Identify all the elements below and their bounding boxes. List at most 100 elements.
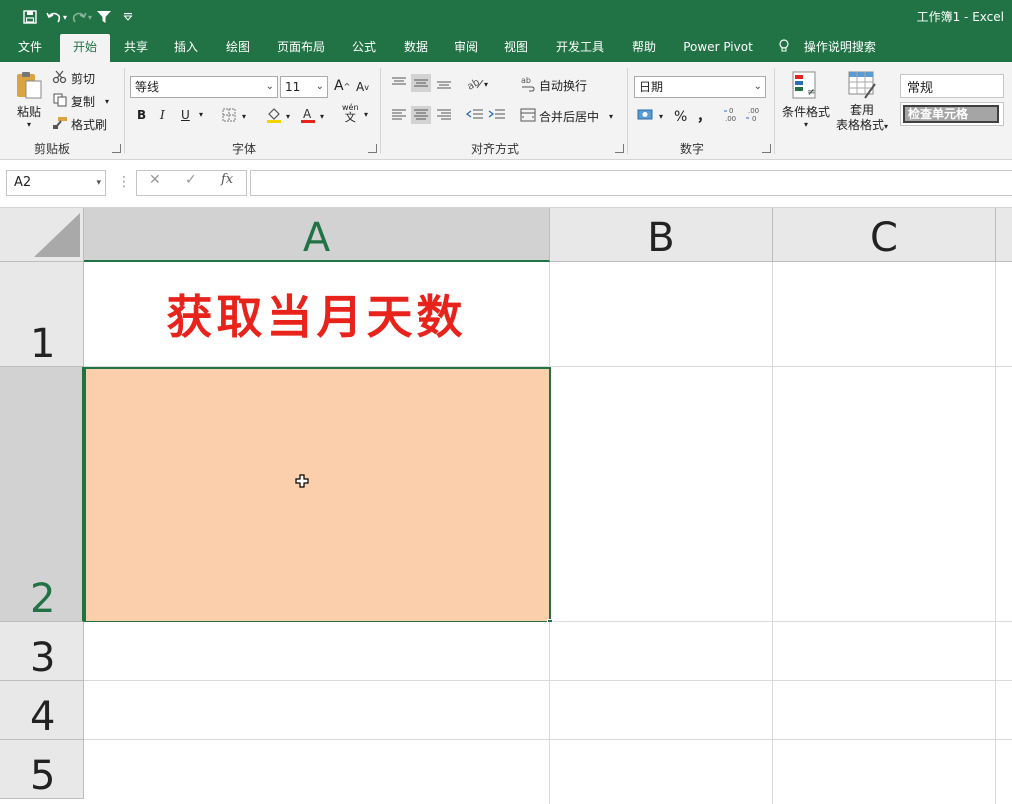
cell-style-normal[interactable]: 常规	[900, 74, 1004, 98]
paste-dropdown-icon[interactable]: ▾	[27, 120, 31, 129]
number-launcher-icon[interactable]	[762, 144, 771, 153]
align-center-button[interactable]	[411, 106, 431, 124]
phonetic-dropdown-icon[interactable]: ▾	[364, 110, 368, 119]
cell-d3[interactable]	[996, 622, 1012, 681]
cell-c5[interactable]	[773, 740, 996, 804]
font-size-select[interactable]: 11 ⌄	[280, 76, 328, 98]
increase-indent-button[interactable]	[488, 108, 506, 122]
row-header-2[interactable]: 2	[0, 367, 84, 622]
cell-a2-selected[interactable]	[84, 367, 551, 623]
tab-power-pivot[interactable]: Power Pivot	[676, 34, 760, 62]
merge-center-button[interactable]: 合并后居中 ▾	[520, 108, 613, 125]
align-middle-button[interactable]	[411, 74, 431, 92]
fill-color-dropdown-icon[interactable]: ▾	[286, 112, 290, 121]
tab-file[interactable]: 文件	[8, 34, 52, 62]
copy-dropdown-icon[interactable]: ▾	[105, 97, 109, 106]
format-painter-button[interactable]: 格式刷	[52, 116, 107, 133]
conditional-formatting-button[interactable]: ≠ 条件格式 ▾	[782, 70, 830, 129]
tab-data[interactable]: 数据	[396, 34, 436, 62]
insert-function-icon[interactable]: fx	[221, 172, 233, 187]
cell-d2[interactable]	[996, 367, 1012, 622]
cell-d4[interactable]	[996, 681, 1012, 740]
comma-button[interactable]: ，	[697, 106, 711, 126]
save-icon[interactable]	[18, 6, 42, 28]
tell-me-search[interactable]: 操作说明搜索	[778, 34, 876, 62]
cell-a3[interactable]	[84, 622, 550, 681]
tab-insert[interactable]: 插入	[166, 34, 206, 62]
conditional-dropdown-icon[interactable]: ▾	[804, 120, 808, 129]
formula-bar-grip-icon[interactable]: ⋮	[117, 174, 131, 190]
cell-a5[interactable]	[84, 740, 550, 804]
column-header-d-partial[interactable]	[996, 208, 1012, 262]
column-header-a[interactable]: A	[84, 208, 550, 262]
number-format-select[interactable]: 日期 ⌄	[634, 76, 766, 98]
copy-button[interactable]: 复制 ▾	[52, 93, 109, 110]
row-header-4[interactable]: 4	[0, 681, 84, 740]
customize-qat-icon[interactable]	[116, 6, 140, 28]
cell-d5[interactable]	[996, 740, 1012, 804]
cell-b5[interactable]	[550, 740, 773, 804]
select-all-button[interactable]	[0, 208, 84, 262]
column-header-c[interactable]: C	[773, 208, 996, 262]
increase-decimal-button[interactable]: 0.00	[723, 106, 741, 124]
name-box[interactable]: A2 ▾	[6, 170, 106, 196]
grow-font-button[interactable]: A ^	[334, 78, 350, 94]
tab-review[interactable]: 审阅	[446, 34, 486, 62]
font-launcher-icon[interactable]	[368, 144, 377, 153]
cell-a1[interactable]: 获取当月天数	[84, 262, 550, 367]
orientation-button[interactable]: ab ▾	[465, 76, 488, 93]
filter-icon[interactable]	[92, 6, 116, 28]
shrink-font-button[interactable]: Av	[356, 80, 369, 94]
merge-dropdown-icon[interactable]: ▾	[609, 112, 613, 121]
accounting-format-button[interactable]: ▾	[637, 108, 663, 125]
cell-c3[interactable]	[773, 622, 996, 681]
cell-b1[interactable]	[550, 262, 773, 367]
tab-view[interactable]: 视图	[496, 34, 536, 62]
phonetic-button[interactable]: wén 文	[342, 104, 359, 124]
alignment-launcher-icon[interactable]	[615, 144, 624, 153]
format-as-table-dropdown-icon[interactable]: ▾	[884, 122, 888, 131]
clipboard-launcher-icon[interactable]	[112, 144, 121, 153]
row-header-3[interactable]: 3	[0, 622, 84, 681]
fill-color-button[interactable]: ▾	[266, 107, 290, 126]
cell-b3[interactable]	[550, 622, 773, 681]
tab-draw[interactable]: 绘图	[218, 34, 258, 62]
cancel-icon[interactable]: ✕	[149, 172, 161, 188]
redo-dropdown-icon[interactable]: ▾	[88, 13, 92, 22]
cell-style-check-cell[interactable]: 检查单元格	[900, 102, 1004, 126]
tab-developer[interactable]: 开发工具	[548, 34, 612, 62]
align-bottom-button[interactable]	[436, 76, 452, 90]
cell-c4[interactable]	[773, 681, 996, 740]
borders-dropdown-icon[interactable]: ▾	[242, 112, 246, 121]
percent-button[interactable]: %	[674, 109, 687, 125]
row-header-5[interactable]: 5	[0, 740, 84, 799]
cell-b4[interactable]	[550, 681, 773, 740]
cell-b2[interactable]	[550, 367, 773, 622]
align-top-button[interactable]	[391, 76, 407, 90]
enter-icon[interactable]: ✓	[185, 172, 197, 188]
cell-a4[interactable]	[84, 681, 550, 740]
orientation-dropdown-icon[interactable]: ▾	[484, 80, 488, 89]
accounting-dropdown-icon[interactable]: ▾	[659, 112, 663, 121]
underline-dropdown-icon[interactable]: ▾	[199, 110, 203, 119]
format-as-table-button[interactable]: 套用 表格格式▾	[836, 70, 888, 132]
font-color-dropdown-icon[interactable]: ▾	[320, 112, 324, 121]
column-header-b[interactable]: B	[550, 208, 773, 262]
italic-button[interactable]: I	[160, 108, 165, 122]
tab-page-layout[interactable]: 页面布局	[270, 34, 332, 62]
decrease-indent-button[interactable]	[466, 108, 484, 122]
bold-button[interactable]: B	[137, 108, 146, 122]
font-color-button[interactable]: A ▾	[300, 107, 324, 126]
tab-home[interactable]: 开始	[60, 34, 110, 62]
underline-button[interactable]: U	[181, 108, 190, 122]
tab-help[interactable]: 帮助	[624, 34, 664, 62]
cell-c2[interactable]	[773, 367, 996, 622]
formula-input[interactable]	[250, 170, 1012, 196]
decrease-decimal-button[interactable]: .00 0	[745, 106, 763, 124]
paste-button[interactable]: 粘贴 ▾	[14, 70, 44, 129]
cut-button[interactable]: 剪切	[52, 70, 95, 87]
row-header-1[interactable]: 1	[0, 262, 84, 367]
cell-d1[interactable]	[996, 262, 1012, 367]
borders-button[interactable]: ▾	[222, 108, 246, 125]
align-right-button[interactable]	[436, 108, 452, 122]
